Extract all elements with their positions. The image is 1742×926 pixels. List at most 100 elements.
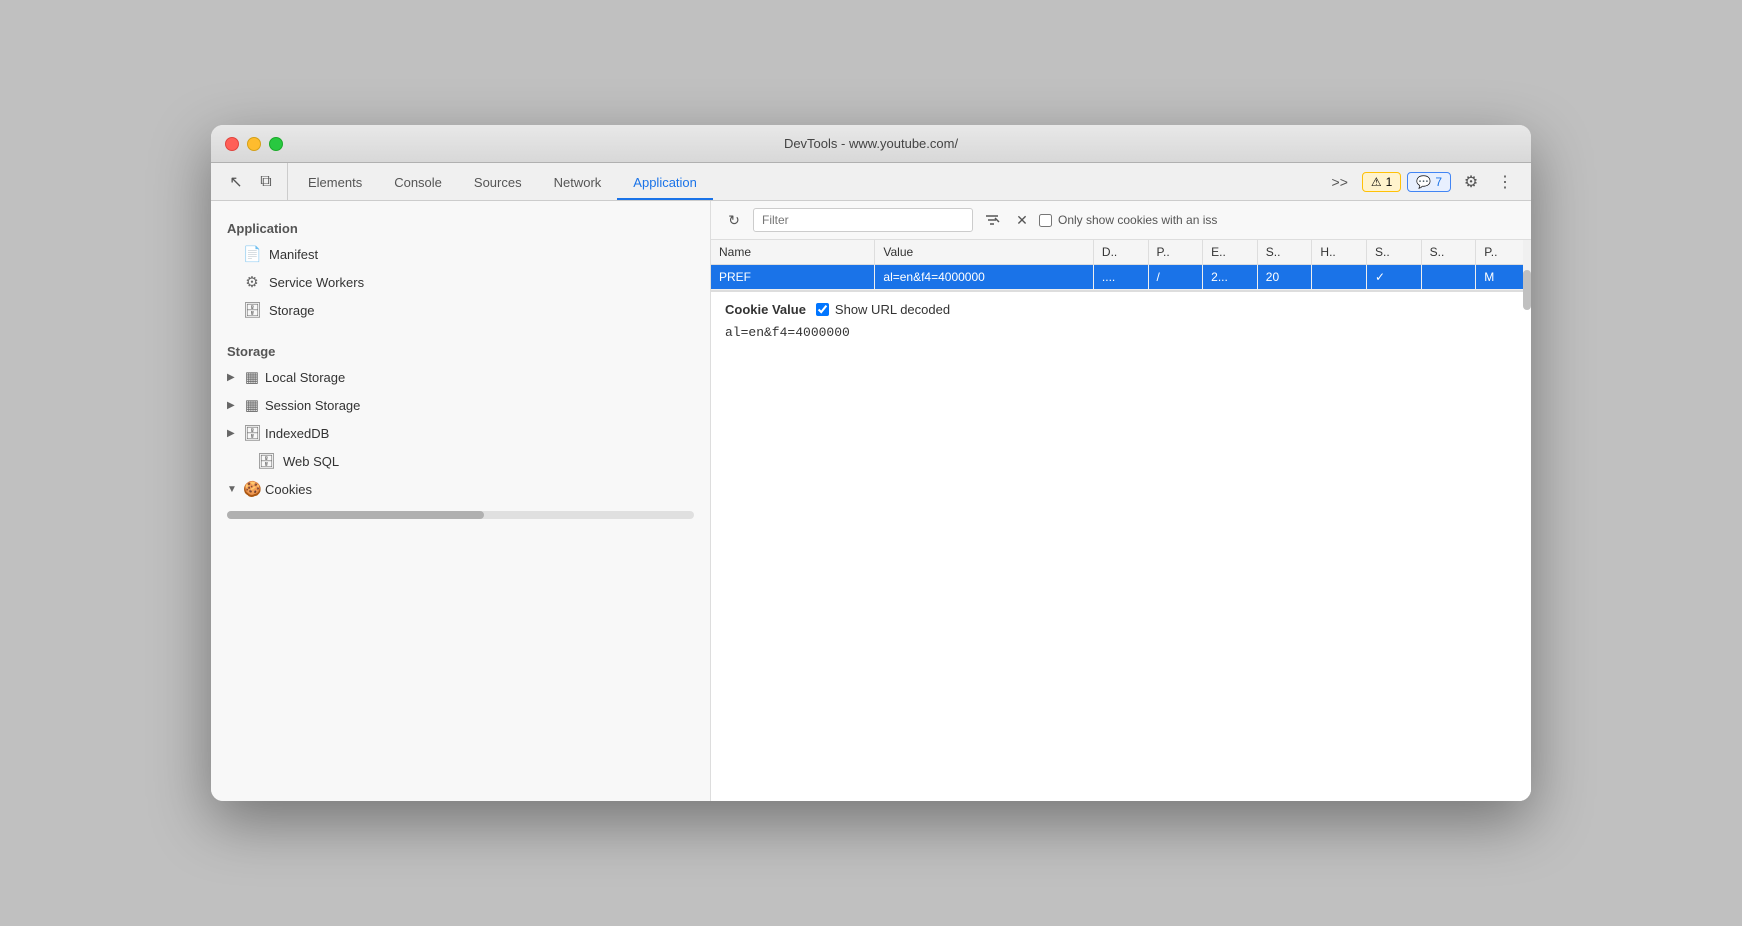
layers-icon[interactable]: ⧉ — [253, 169, 279, 195]
cookie-value-panel: Cookie Value Show URL decoded al=en&f4=4… — [711, 291, 1531, 801]
col-value[interactable]: Value — [875, 240, 1094, 265]
tab-console[interactable]: Console — [378, 167, 458, 200]
col-size[interactable]: S.. — [1257, 240, 1312, 265]
cookies-table-wrapper: Name Value D.. P.. E.. S.. H.. S.. S.. P… — [711, 240, 1531, 290]
titlebar: DevTools - www.youtube.com/ — [211, 125, 1531, 163]
col-samesite[interactable]: S.. — [1421, 240, 1476, 265]
minimize-button[interactable] — [247, 137, 261, 151]
tab-application[interactable]: Application — [617, 167, 713, 200]
table-row[interactable]: PREF al=en&f4=4000000 .... / 2... 20 ✓ M — [711, 265, 1531, 290]
close-button[interactable] — [225, 137, 239, 151]
maximize-button[interactable] — [269, 137, 283, 151]
content-area: ↻ ✕ Only show cookies with an iss — [711, 201, 1531, 801]
col-name[interactable]: Name — [711, 240, 875, 265]
cookies-table: Name Value D.. P.. E.. S.. H.. S.. S.. P… — [711, 240, 1531, 290]
warning-icon: ⚠ — [1371, 175, 1382, 189]
chat-count: 7 — [1435, 175, 1442, 189]
filter-clear-icon[interactable] — [979, 207, 1005, 233]
sidebar-scrollbar-thumb[interactable] — [227, 511, 484, 519]
storage-icon: 🗄 — [243, 301, 261, 319]
tab-network[interactable]: Network — [538, 167, 618, 200]
tab-sources[interactable]: Sources — [458, 167, 538, 200]
cell-expires: 2... — [1203, 265, 1258, 290]
cell-size: 20 — [1257, 265, 1312, 290]
cookies-label: Cookies — [265, 482, 312, 497]
local-storage-icon: ▦ — [243, 368, 261, 386]
sidebar-item-session-storage[interactable]: ▶ ▦ Session Storage — [211, 391, 710, 419]
devtools-window: DevTools - www.youtube.com/ ↖ ⧉ Elements… — [211, 125, 1531, 801]
cell-value: al=en&f4=4000000 — [875, 265, 1094, 290]
service-workers-label: Service Workers — [269, 275, 364, 290]
cookies-toolbar: ↻ ✕ Only show cookies with an iss — [711, 201, 1531, 240]
cell-name: PREF — [711, 265, 875, 290]
chat-badge[interactable]: 💬 7 — [1407, 172, 1451, 192]
show-url-decoded-checkbox[interactable] — [816, 303, 829, 316]
show-url-decoded-label: Show URL decoded — [816, 302, 950, 317]
cookies-icon: 🍪 — [243, 480, 261, 498]
col-expires[interactable]: E.. — [1203, 240, 1258, 265]
manifest-icon: 📄 — [243, 245, 261, 263]
traffic-lights — [225, 137, 283, 151]
session-storage-label: Session Storage — [265, 398, 360, 413]
col-httponly[interactable]: H.. — [1312, 240, 1367, 265]
sidebar-item-local-storage[interactable]: ▶ ▦ Local Storage — [211, 363, 710, 391]
manifest-label: Manifest — [269, 247, 318, 262]
session-storage-icon: ▦ — [243, 396, 261, 414]
sidebar-item-web-sql[interactable]: 🗄 Web SQL — [211, 447, 710, 475]
storage-section-title: Storage — [211, 336, 710, 363]
col-secure[interactable]: S.. — [1367, 240, 1422, 265]
expand-arrow-session: ▶ — [227, 400, 239, 411]
tab-icon-group: ↖ ⧉ — [215, 163, 288, 200]
sidebar-item-indexeddb[interactable]: ▶ 🗄 IndexedDB — [211, 419, 710, 447]
tabbar: ↖ ⧉ Elements Console Sources Network App… — [211, 163, 1531, 201]
more-options-button[interactable]: ⋮ — [1491, 168, 1519, 196]
warning-badge[interactable]: ⚠ 1 — [1362, 172, 1401, 192]
settings-button[interactable]: ⚙ — [1457, 168, 1485, 196]
table-vertical-scrollbar[interactable] — [1523, 240, 1531, 290]
col-path[interactable]: P.. — [1148, 240, 1203, 265]
tab-elements[interactable]: Elements — [292, 167, 378, 200]
chat-icon: 💬 — [1416, 175, 1431, 189]
web-sql-label: Web SQL — [283, 454, 339, 469]
storage-label: Storage — [269, 303, 315, 318]
cell-path: / — [1148, 265, 1203, 290]
cell-samesite — [1421, 265, 1476, 290]
application-section-title: Application — [211, 213, 710, 240]
expand-arrow-indexed: ▶ — [227, 428, 239, 439]
table-body: PREF al=en&f4=4000000 .... / 2... 20 ✓ M — [711, 265, 1531, 290]
table-header: Name Value D.. P.. E.. S.. H.. S.. S.. P… — [711, 240, 1531, 265]
clear-button[interactable]: ✕ — [1011, 209, 1033, 231]
web-sql-icon: 🗄 — [257, 452, 275, 470]
col-domain[interactable]: D.. — [1093, 240, 1148, 265]
cursor-icon[interactable]: ↖ — [223, 169, 249, 195]
cell-domain: .... — [1093, 265, 1148, 290]
local-storage-label: Local Storage — [265, 370, 345, 385]
tab-extras: >> ⚠ 1 💬 7 ⚙ ⋮ — [1316, 163, 1527, 200]
cell-secure: ✓ — [1367, 265, 1422, 290]
sidebar: Application 📄 Manifest ⚙ Service Workers… — [211, 201, 711, 801]
more-tabs-button[interactable]: >> — [1324, 170, 1356, 194]
reload-button[interactable]: ↻ — [721, 207, 747, 233]
sidebar-item-service-workers[interactable]: ⚙ Service Workers — [211, 268, 710, 296]
service-workers-icon: ⚙ — [243, 273, 261, 291]
main-layout: Application 📄 Manifest ⚙ Service Workers… — [211, 201, 1531, 801]
indexeddb-label: IndexedDB — [265, 426, 329, 441]
cell-httponly — [1312, 265, 1367, 290]
warning-count: 1 — [1386, 175, 1393, 189]
only-issues-label: Only show cookies with an iss — [1039, 213, 1217, 227]
only-issues-checkbox[interactable] — [1039, 214, 1052, 227]
table-wrapper: Name Value D.. P.. E.. S.. H.. S.. S.. P… — [711, 240, 1531, 290]
cookie-value-text: al=en&f4=4000000 — [725, 325, 1517, 340]
expand-arrow-cookies: ▼ — [227, 484, 239, 495]
cookie-value-label: Cookie Value — [725, 302, 806, 317]
sidebar-item-cookies[interactable]: ▼ 🍪 Cookies — [211, 475, 710, 503]
expand-arrow-local: ▶ — [227, 372, 239, 383]
main-tabs: Elements Console Sources Network Applica… — [292, 163, 1316, 200]
table-scrollbar-thumb[interactable] — [1523, 270, 1531, 310]
sidebar-item-storage[interactable]: 🗄 Storage — [211, 296, 710, 324]
show-url-decoded-text: Show URL decoded — [835, 302, 950, 317]
filter-input[interactable] — [753, 208, 973, 232]
sidebar-item-manifest[interactable]: 📄 Manifest — [211, 240, 710, 268]
cookie-value-header: Cookie Value Show URL decoded — [725, 302, 1517, 317]
indexeddb-icon: 🗄 — [243, 424, 261, 442]
